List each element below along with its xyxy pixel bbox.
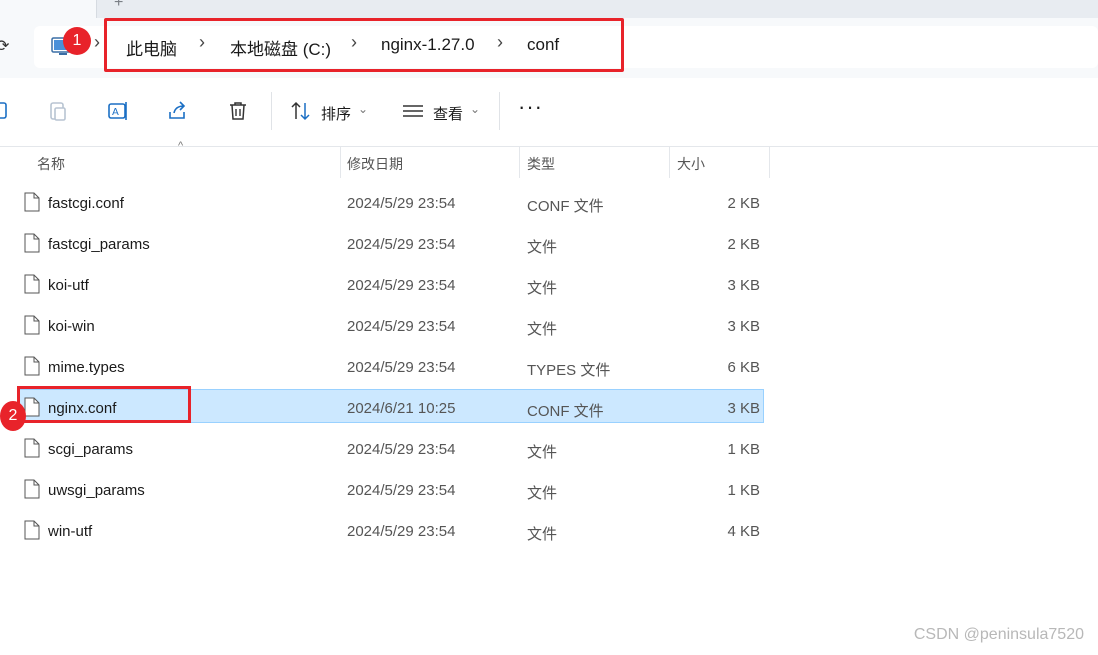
file-size: 2 KB — [727, 236, 760, 253]
rename-icon[interactable]: A — [106, 99, 130, 123]
column-header-date[interactable]: 修改日期 — [340, 146, 520, 178]
file-date: 2024/5/29 23:54 — [347, 359, 456, 376]
window-tab[interactable] — [0, 0, 97, 18]
file-name: fastcgi_params — [48, 236, 150, 253]
watermark: CSDN @peninsula7520 — [913, 626, 1084, 643]
file-name: mime.types — [48, 359, 125, 376]
file-row[interactable]: uwsgi_params 2024/5/29 23:54 文件 1 KB — [0, 471, 770, 512]
command-toolbar: A 排序 ⌄ 查看 ⌄ ··· — [0, 78, 1098, 147]
annotation-badge-2: 2 — [0, 401, 26, 431]
view-button[interactable]: 查看 — [433, 103, 463, 124]
file-name: koi-win — [48, 318, 95, 335]
file-type: 文件 — [527, 526, 558, 543]
copy-icon[interactable] — [0, 99, 10, 123]
file-name: fastcgi.conf — [48, 195, 124, 212]
file-date: 2024/5/29 23:54 — [347, 318, 456, 335]
file-size: 1 KB — [727, 482, 760, 499]
file-type: 文件 — [527, 321, 558, 338]
svg-text:A: A — [112, 107, 119, 118]
back-icon[interactable]: ⟳ — [0, 36, 9, 56]
file-icon — [24, 479, 40, 499]
tab-strip: + — [0, 0, 1098, 18]
column-divider[interactable] — [769, 146, 770, 178]
file-type: 文件 — [527, 444, 558, 461]
file-name: uwsgi_params — [48, 482, 145, 499]
sort-icon[interactable] — [289, 99, 313, 123]
column-header-type[interactable]: 类型 — [520, 146, 670, 178]
file-name: koi-utf — [48, 277, 89, 294]
file-date: 2024/6/21 10:25 — [347, 400, 456, 417]
column-header-size[interactable]: 大小 — [670, 146, 770, 178]
file-date: 2024/5/29 23:54 — [347, 277, 456, 294]
address-annotation-box — [104, 18, 624, 72]
file-type: CONF 文件 — [527, 403, 604, 420]
breadcrumb-separator: › — [94, 32, 100, 52]
file-date: 2024/5/29 23:54 — [347, 523, 456, 540]
file-row[interactable]: fastcgi_params 2024/5/29 23:54 文件 2 KB — [0, 225, 770, 266]
toolbar-divider — [271, 92, 272, 130]
file-name: win-utf — [48, 523, 93, 540]
toolbar-divider — [499, 92, 500, 130]
file-size: 3 KB — [727, 318, 760, 335]
file-size: 1 KB — [727, 441, 760, 458]
more-options-button[interactable]: ··· — [518, 94, 543, 120]
file-name: scgi_params — [48, 441, 134, 458]
file-type: 文件 — [527, 239, 558, 256]
file-size: 4 KB — [727, 523, 760, 540]
file-list: fastcgi.conf 2024/5/29 23:54 CONF 文件 2 K… — [0, 184, 770, 553]
file-row[interactable]: mime.types 2024/5/29 23:54 TYPES 文件 6 KB — [0, 348, 770, 389]
file-row[interactable]: scgi_params 2024/5/29 23:54 文件 1 KB — [0, 430, 770, 471]
file-type: 文件 — [527, 485, 558, 502]
file-row[interactable]: koi-utf 2024/5/29 23:54 文件 3 KB — [0, 266, 770, 307]
file-date: 2024/5/29 23:54 — [347, 195, 456, 212]
file-date: 2024/5/29 23:54 — [347, 441, 456, 458]
view-chevron-down-icon[interactable]: ⌄ — [470, 102, 480, 116]
file-type: 文件 — [527, 280, 558, 297]
paste-icon[interactable] — [46, 99, 70, 123]
sort-button[interactable]: 排序 — [321, 103, 351, 124]
file-size: 3 KB — [727, 277, 760, 294]
file-row[interactable]: win-utf 2024/5/29 23:54 文件 4 KB — [0, 512, 770, 553]
new-tab-icon[interactable]: + — [114, 0, 123, 12]
view-icon[interactable] — [401, 99, 425, 123]
filename-annotation-box — [17, 386, 191, 423]
annotation-badge-1: 1 — [63, 27, 91, 55]
file-size: 6 KB — [727, 359, 760, 376]
file-row[interactable]: koi-win 2024/5/29 23:54 文件 3 KB — [0, 307, 770, 348]
share-icon[interactable] — [166, 99, 190, 123]
file-icon — [24, 192, 40, 212]
file-size: 3 KB — [727, 400, 760, 417]
file-row-selected[interactable]: nginx.conf 2024/6/21 10:25 CONF 文件 3 KB — [0, 386, 770, 430]
file-date: 2024/5/29 23:54 — [347, 236, 456, 253]
file-date: 2024/5/29 23:54 — [347, 482, 456, 499]
file-icon — [24, 520, 40, 540]
file-icon — [24, 233, 40, 253]
address-row: ⟳ › 此电脑 › 本地磁盘 (C:) › nginx-1.27.0 › con… — [0, 18, 1098, 79]
delete-icon[interactable] — [226, 99, 250, 123]
file-type: CONF 文件 — [527, 198, 604, 215]
file-type: TYPES 文件 — [527, 362, 611, 379]
file-row[interactable]: fastcgi.conf 2024/5/29 23:54 CONF 文件 2 K… — [0, 184, 770, 225]
file-icon — [24, 274, 40, 294]
sort-chevron-down-icon[interactable]: ⌄ — [358, 102, 368, 116]
file-size: 2 KB — [727, 195, 760, 212]
file-icon — [24, 438, 40, 458]
file-icon — [24, 356, 40, 376]
column-header-name[interactable]: 名称 — [0, 146, 340, 178]
file-icon — [24, 315, 40, 335]
